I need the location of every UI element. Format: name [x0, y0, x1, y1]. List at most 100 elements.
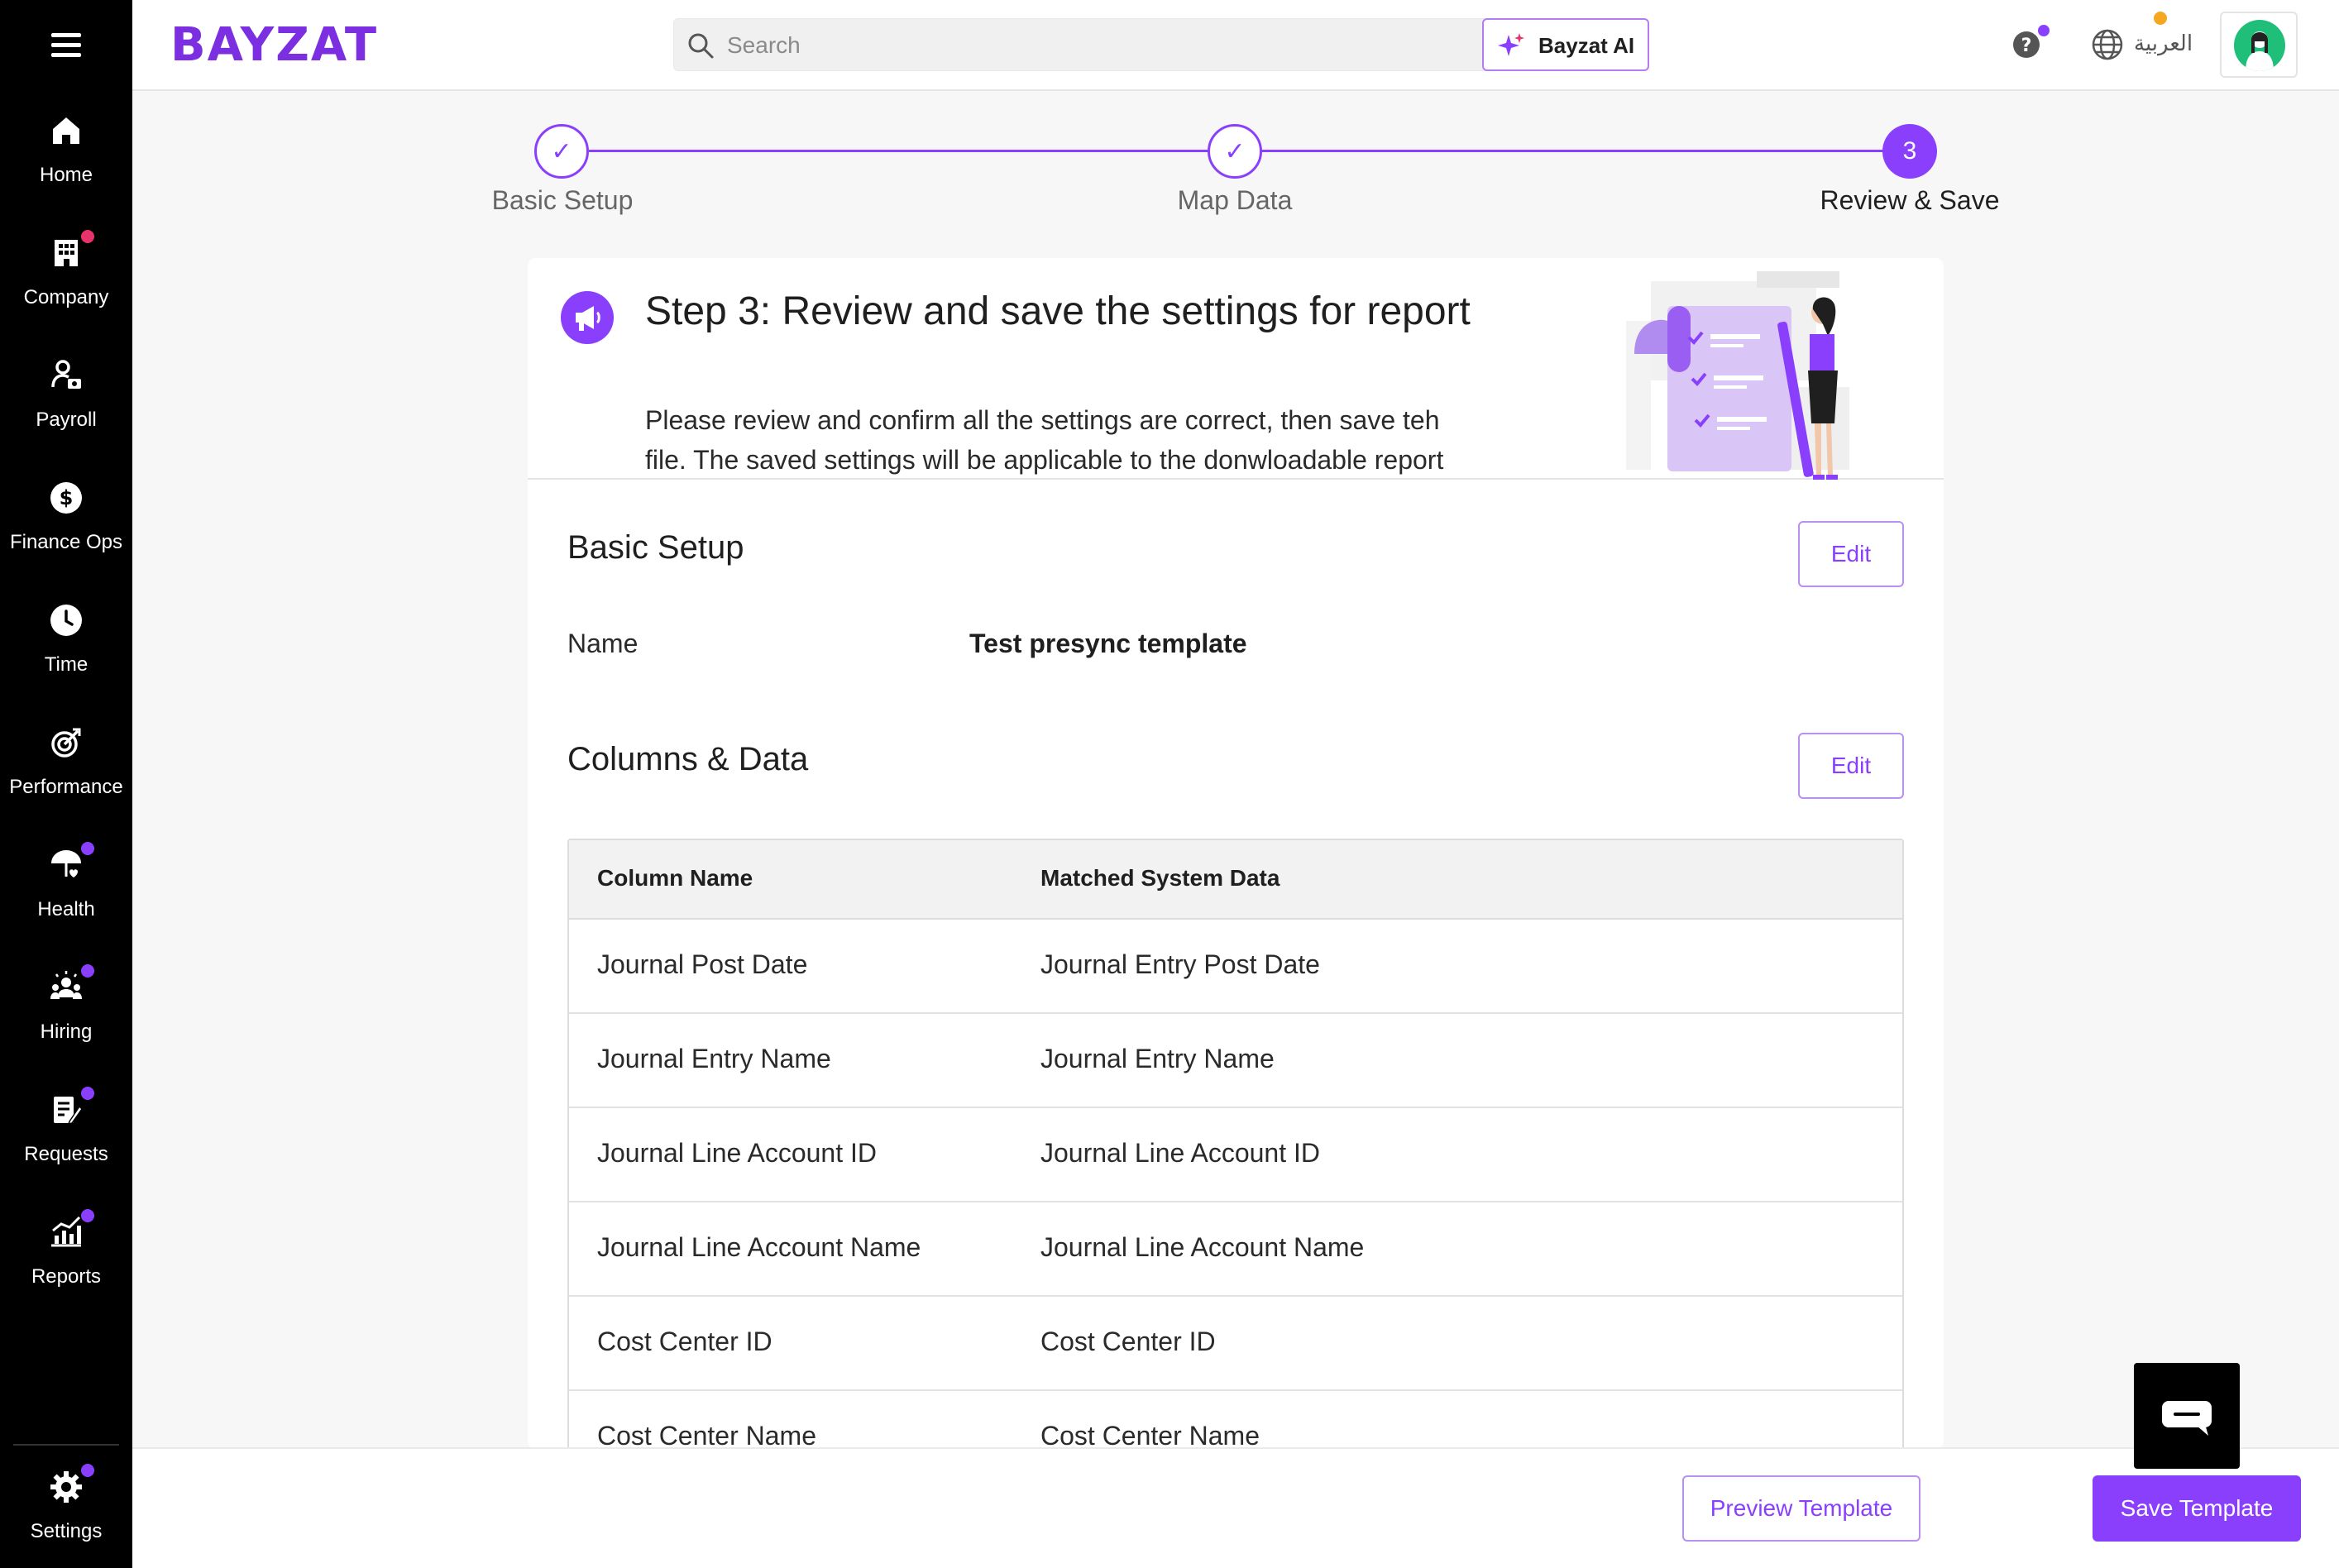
table-header: Column Name Matched System Data — [569, 840, 1902, 920]
sidebar-item-label: Company — [23, 286, 109, 308]
step-review-save-label: Review & Save — [1820, 185, 2000, 215]
step-basic-setup-label: Basic Setup — [491, 185, 634, 215]
sidebar-item-label: Home — [39, 164, 93, 186]
step-map-data-label: Map Data — [1177, 185, 1293, 215]
avatar[interactable] — [2220, 12, 2298, 78]
sidebar-item-label: Reports — [31, 1265, 102, 1288]
intro-banner: Step 3: Review and save the settings for… — [528, 258, 1944, 480]
sidebar-item-label: Finance Ops — [9, 531, 123, 553]
matched-data-cell: Journal Line Account ID — [1040, 1138, 1320, 1168]
top-header: BAYZAT Bayzat AI ? العربية — [132, 0, 2339, 91]
column-name-cell: Cost Center Name — [597, 1421, 816, 1449]
intro-description: Please review and confirm all the settin… — [645, 405, 1444, 475]
notification-dot — [81, 1464, 94, 1477]
matched-data-cell: Journal Entry Post Date — [1040, 949, 1320, 979]
avatar-image — [2234, 20, 2285, 71]
name-value: Test presync template — [969, 629, 1247, 658]
matched-data-cell: Cost Center ID — [1040, 1327, 1216, 1356]
sidebar-item-performance[interactable]: Performance — [0, 724, 132, 840]
sidebar: Home Company Payroll $ Finance Ops Time … — [0, 0, 132, 1568]
target-icon — [48, 724, 84, 761]
clock-icon — [48, 602, 84, 638]
matched-data-cell: Cost Center Name — [1040, 1421, 1260, 1449]
home-icon — [48, 112, 84, 149]
sidebar-item-requests[interactable]: Requests — [0, 1087, 132, 1207]
search-icon — [688, 33, 714, 59]
bayzat-ai-button[interactable]: Bayzat AI — [1482, 18, 1649, 71]
table-row: Journal Entry Name Journal Entry Name — [569, 1014, 1902, 1108]
sidebar-item-hiring[interactable]: Hiring — [0, 964, 132, 1085]
column-name-header: Column Name — [597, 865, 753, 891]
matched-data-cell: Journal Entry Name — [1040, 1044, 1275, 1073]
step-basic-setup-marker: ✓ — [534, 124, 589, 179]
people-icon — [48, 969, 84, 1006]
preview-template-button[interactable]: Preview Template — [1682, 1475, 1920, 1542]
save-template-button[interactable]: Save Template — [2093, 1475, 2301, 1542]
sidebar-item-payroll[interactable]: Payroll — [0, 357, 132, 473]
table-row: Journal Line Account ID Journal Line Acc… — [569, 1108, 1902, 1202]
table-row: Journal Line Account Name Journal Line A… — [569, 1202, 1902, 1297]
gear-icon — [48, 1469, 84, 1505]
action-footer — [132, 1447, 2339, 1568]
bayzat-ai-label: Bayzat AI — [1538, 33, 1635, 58]
search-input[interactable] — [727, 27, 1554, 64]
sidebar-item-company[interactable]: Company — [0, 230, 132, 351]
sidebar-item-label: Payroll — [36, 409, 97, 431]
column-name-cell: Cost Center ID — [597, 1327, 772, 1356]
checklist-illustration — [1626, 271, 1849, 480]
sidebar-item-label: Health — [37, 898, 95, 920]
help-icon[interactable]: ? — [2011, 30, 2041, 60]
umbrella-heart-icon — [48, 847, 84, 883]
matched-data-cell: Journal Line Account Name — [1040, 1232, 1365, 1262]
sidebar-item-health[interactable]: Health — [0, 842, 132, 963]
help-notification-dot — [2038, 25, 2050, 36]
table-row: Cost Center ID Cost Center ID — [569, 1297, 1902, 1391]
columns-data-edit-button[interactable]: Edit — [1798, 733, 1904, 799]
building-icon — [48, 235, 84, 271]
basic-setup-edit-button[interactable]: Edit — [1798, 521, 1904, 587]
sidebar-item-label: Performance — [9, 776, 123, 798]
column-name-cell: Journal Line Account ID — [597, 1138, 877, 1168]
chat-widget-button[interactable] — [2134, 1363, 2240, 1469]
sidebar-item-label: Hiring — [40, 1021, 93, 1043]
bayzat-logo[interactable]: BAYZAT — [170, 18, 378, 72]
menu-icon[interactable] — [51, 33, 81, 58]
review-card: Step 3: Review and save the settings for… — [528, 258, 1944, 1449]
sidebar-item-label: Requests — [24, 1143, 108, 1165]
notification-dot — [81, 964, 94, 978]
column-name-cell: Journal Line Account Name — [597, 1232, 921, 1262]
clipboard-icon — [48, 1092, 84, 1128]
sidebar-item-home[interactable]: Home — [0, 112, 132, 228]
column-name-cell: Journal Post Date — [597, 949, 808, 979]
intro-title: Step 3: Review and save the settings for… — [645, 289, 1471, 333]
megaphone-icon — [561, 291, 614, 344]
svg-text:$: $ — [60, 486, 74, 509]
payroll-icon — [48, 357, 84, 394]
sidebar-divider — [13, 1444, 119, 1446]
sidebar-item-label: Time — [44, 653, 88, 676]
step-review-save-marker: 3 — [1882, 124, 1937, 179]
notification-dot — [81, 1087, 94, 1100]
sidebar-item-reports[interactable]: Reports — [0, 1209, 132, 1330]
sidebar-item-time[interactable]: Time — [0, 602, 132, 718]
basic-setup-title: Basic Setup — [567, 529, 744, 566]
sidebar-item-label: Settings — [30, 1520, 103, 1542]
matched-system-data-header: Matched System Data — [1040, 865, 1280, 891]
sparkle-icon — [1498, 33, 1524, 56]
globe-icon[interactable] — [2091, 28, 2124, 61]
chat-icon — [2162, 1401, 2212, 1436]
table-row: Cost Center Name Cost Center Name — [569, 1391, 1902, 1449]
column-name-cell: Journal Entry Name — [597, 1044, 831, 1073]
svg-text:?: ? — [2021, 36, 2032, 56]
language-switch[interactable]: العربية — [2134, 31, 2193, 56]
sidebar-item-finance-ops[interactable]: $ Finance Ops — [0, 480, 132, 595]
notification-dot — [81, 842, 94, 855]
columns-data-title: Columns & Data — [567, 741, 809, 777]
notification-dot — [81, 230, 94, 243]
columns-table: Column Name Matched System Data Journal … — [567, 839, 1904, 1449]
avatar-status-dot — [2154, 12, 2167, 25]
chart-icon — [48, 1214, 84, 1250]
sidebar-item-settings[interactable]: Settings — [0, 1464, 132, 1568]
name-label: Name — [567, 629, 639, 658]
search-bar[interactable] — [673, 18, 1601, 71]
